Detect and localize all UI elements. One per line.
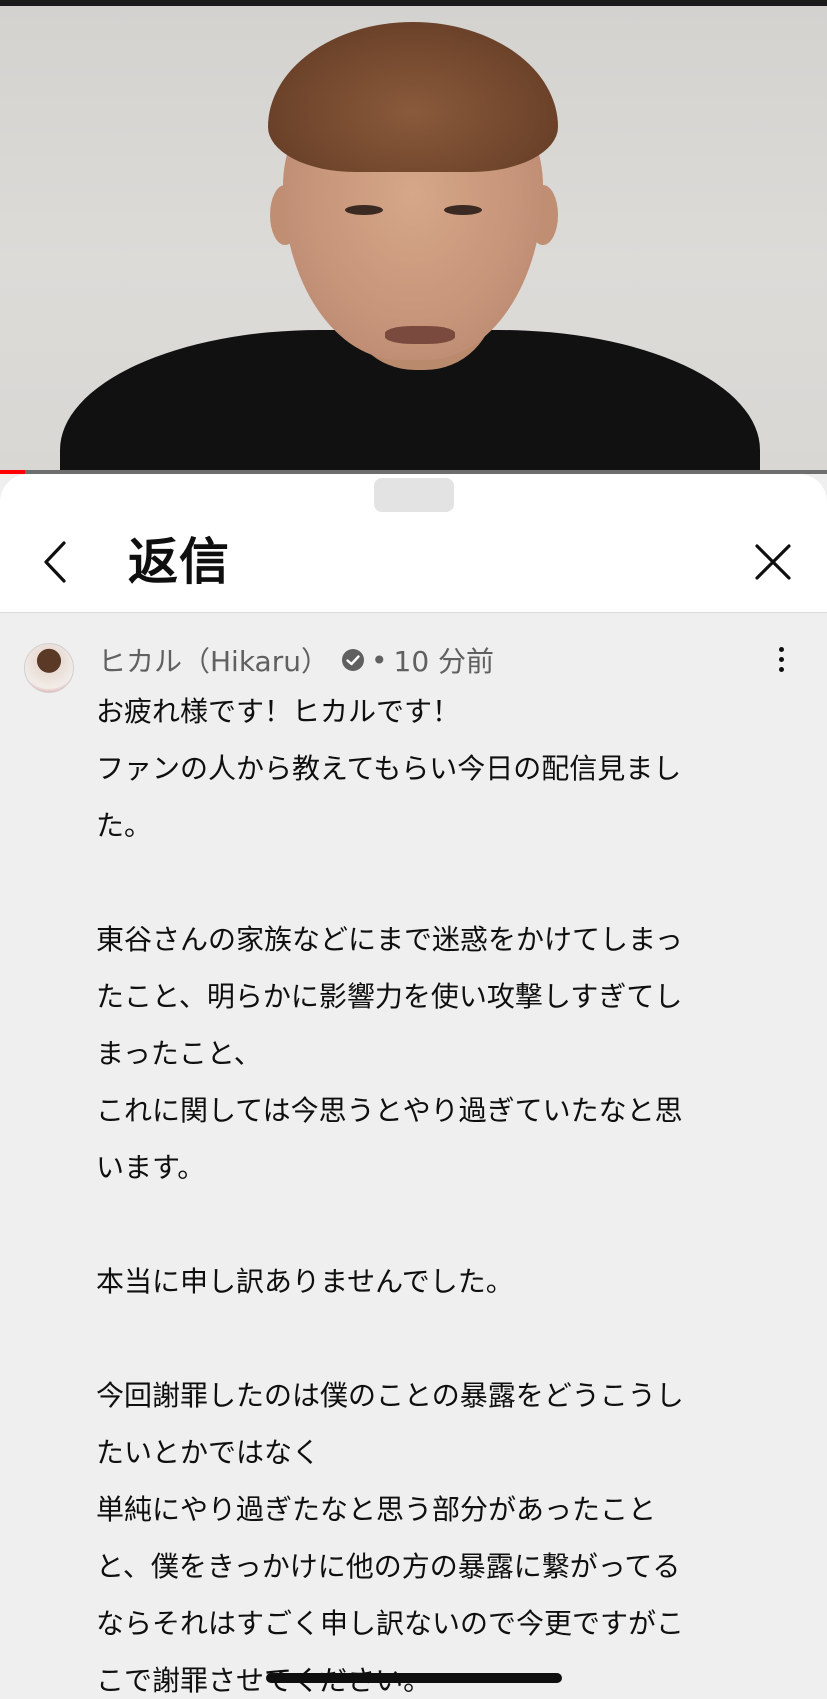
verified-check-icon: [341, 649, 364, 671]
replies-sheet: 返信 ヒカル（Hikaru） • 10 分前 お疲れ様です！ヒカルです！ ファン…: [0, 474, 827, 1699]
close-icon: [755, 544, 791, 580]
comment-line: た。: [96, 809, 153, 842]
comment-line: ファンの人から教えてもらい今日の配信見まし: [96, 752, 682, 785]
status-bar-strip: [0, 0, 827, 6]
sheet-header: 返信: [0, 512, 827, 612]
video-progress-fill: [0, 470, 25, 474]
comment-meta: ヒカル（Hikaru） • 10 分前: [98, 639, 494, 681]
comment-line: います。: [96, 1151, 206, 1184]
more-vert-icon: [778, 666, 784, 672]
back-button[interactable]: [30, 530, 80, 594]
comment-text: お疲れ様です！ヒカルです！ ファンの人から教えてもらい今日の配信見まし た。東谷さん…: [96, 683, 776, 1699]
close-button[interactable]: [748, 534, 798, 590]
comment-line: 東谷さんの家族などにまで迷惑をかけてしまっ: [96, 923, 683, 956]
home-indicator: [266, 1673, 562, 1683]
comment-line: たいとかではなく: [96, 1436, 321, 1469]
comment-line: 本当に申し訳ありませんでした。: [96, 1265, 514, 1298]
comment-line: 今回謝罪したのは僕のことの暴露をどうこうし: [96, 1379, 684, 1412]
video-frame-mouth: [385, 326, 455, 344]
video-frame-eye: [444, 205, 482, 215]
meta-separator: •: [370, 643, 388, 677]
comment-line: と、僕をきっかけに他の方の暴露に繋がってる: [96, 1550, 681, 1583]
comment-line: ならそれはすごく申し訳ないので今更ですがこ: [96, 1607, 685, 1640]
comment-blank-line: [96, 1310, 776, 1367]
avatar[interactable]: [24, 643, 74, 693]
more-vert-icon: [778, 656, 784, 662]
comment-line: これに関しては今思うとやり過ぎていたなと思: [96, 1094, 683, 1127]
comment-blank-line: [96, 854, 776, 911]
comment-thread: ヒカル（Hikaru） • 10 分前 お疲れ様です！ヒカルです！ ファンの人から…: [0, 613, 827, 1699]
comment-line: お疲れ様です！ヒカルです！: [96, 695, 461, 728]
video-frame-person-hair: [268, 22, 558, 172]
comment-author[interactable]: ヒカル（Hikaru）: [98, 640, 329, 680]
more-vert-icon: [778, 646, 784, 652]
chevron-left-icon: [44, 541, 66, 583]
video-player[interactable]: [0, 0, 827, 474]
comment-time: 10 分前: [393, 645, 495, 678]
video-frame-eye: [345, 205, 383, 215]
page-title: 返信: [128, 533, 230, 591]
screen: 返信 ヒカル（Hikaru） • 10 分前 お疲れ様です！ヒカルです！ ファン…: [0, 0, 827, 1699]
comment-line: たこと、明らかに影響力を使い攻撃しすぎてし: [96, 980, 683, 1013]
comment-line: 単純にやり過ぎたなと思う部分があったこと: [96, 1493, 657, 1526]
drag-handle[interactable]: [374, 478, 454, 512]
more-options-button[interactable]: [766, 639, 796, 679]
comment-line: まったこと、: [96, 1037, 262, 1070]
comment-blank-line: [96, 1196, 776, 1253]
